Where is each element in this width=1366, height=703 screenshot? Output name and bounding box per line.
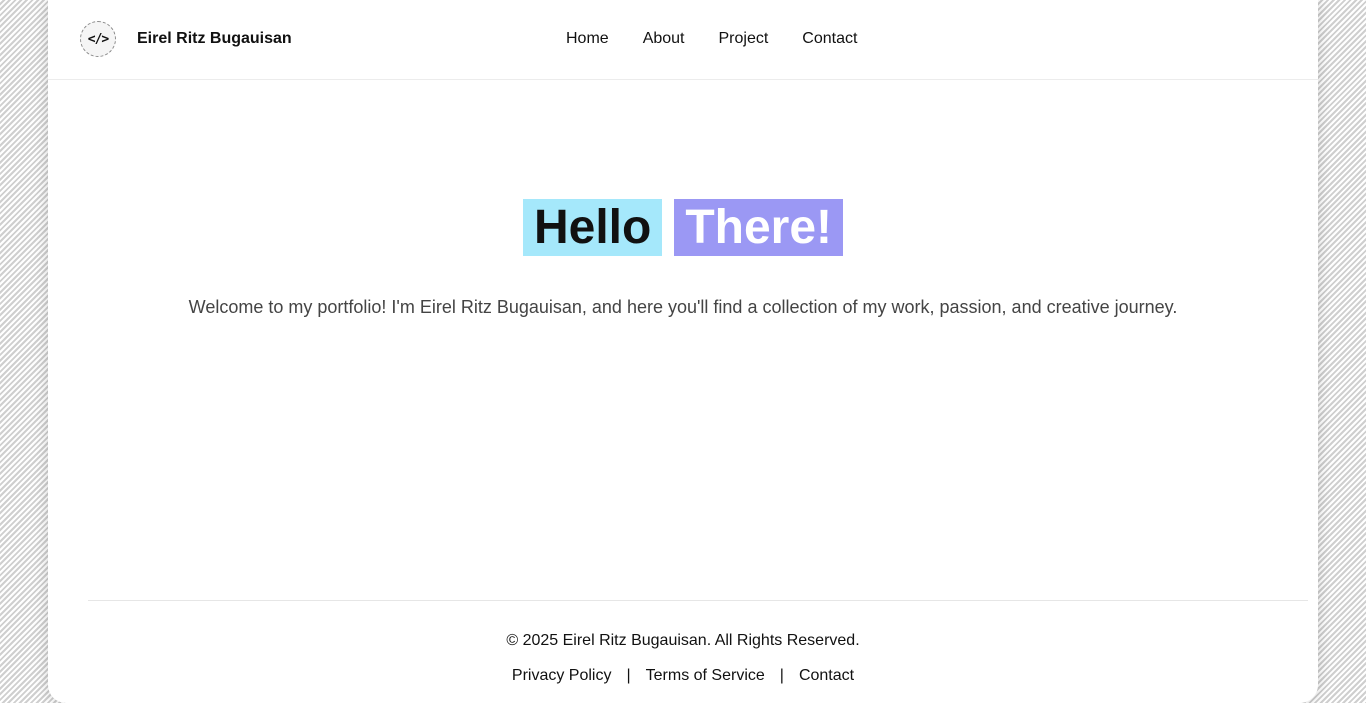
nav-link-about[interactable]: About (643, 30, 685, 48)
nav-link-project[interactable]: Project (719, 30, 769, 48)
footer-links: Privacy Policy | Terms of Service | Cont… (48, 667, 1318, 685)
nav-link-contact[interactable]: Contact (802, 30, 857, 48)
nav-link-home[interactable]: Home (566, 30, 609, 48)
hero-subtitle: Welcome to my portfolio! I'm Eirel Ritz … (188, 297, 1178, 317)
nav-menu: Home About Project Contact (566, 30, 857, 48)
footer-divider (88, 600, 1308, 601)
footer-separator: | (779, 667, 784, 684)
hero-word-there: There! (674, 199, 844, 256)
hero-word-hello: Hello (522, 199, 663, 256)
brand-name[interactable]: Eirel Ritz Bugauisan (137, 30, 292, 48)
navbar: </> Eirel Ritz Bugauisan Home About Proj… (48, 0, 1318, 80)
hero-title: Hello There! (48, 199, 1318, 256)
footer-link-privacy-policy[interactable]: Privacy Policy (512, 667, 612, 685)
footer-copyright: © 2025 Eirel Ritz Bugauisan. All Rights … (506, 632, 860, 649)
footer-link-terms-of-service[interactable]: Terms of Service (646, 667, 765, 685)
portfolio-page: </> Eirel Ritz Bugauisan Home About Proj… (48, 0, 1318, 703)
code-logo-icon[interactable]: </> (80, 21, 116, 57)
footer-link-contact[interactable]: Contact (799, 667, 854, 685)
footer-separator: | (626, 667, 631, 684)
